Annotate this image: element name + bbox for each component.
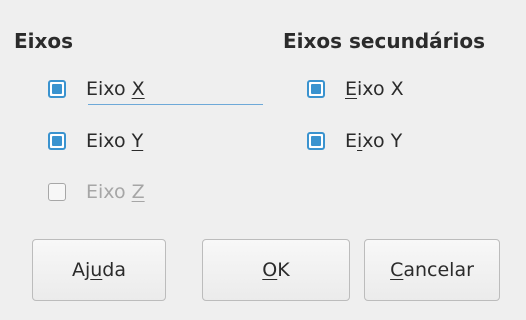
check-mark bbox=[52, 136, 62, 146]
ok-button-label: OK bbox=[262, 259, 290, 281]
secondary-y-axis-checkbox[interactable]: Eixo Y bbox=[307, 126, 402, 156]
check-mark bbox=[311, 84, 321, 94]
cancel-button-label: Cancelar bbox=[390, 259, 474, 281]
z-axis-label: Eixo Z bbox=[86, 181, 145, 203]
checkbox-box[interactable] bbox=[307, 132, 325, 150]
secondary-x-axis-label: Eixo X bbox=[345, 78, 404, 100]
z-axis-checkbox: Eixo Z bbox=[48, 177, 145, 207]
help-button[interactable]: Ajuda bbox=[32, 239, 166, 301]
checkbox-box bbox=[48, 183, 66, 201]
secondary-axes-title: Eixos secundários bbox=[283, 29, 486, 53]
y-axis-label: Eixo Y bbox=[86, 130, 144, 152]
secondary-x-axis-checkbox[interactable]: Eixo X bbox=[307, 74, 404, 104]
focus-indicator bbox=[88, 104, 263, 105]
checkbox-box[interactable] bbox=[307, 80, 325, 98]
checkbox-box[interactable] bbox=[48, 80, 66, 98]
primary-axes-title: Eixos bbox=[14, 29, 74, 53]
help-button-label: Ajuda bbox=[71, 259, 127, 281]
checkbox-box[interactable] bbox=[48, 132, 66, 150]
check-mark bbox=[52, 84, 62, 94]
x-axis-checkbox[interactable]: Eixo X bbox=[48, 74, 145, 104]
x-axis-label: Eixo X bbox=[86, 78, 145, 100]
cancel-button[interactable]: Cancelar bbox=[364, 239, 500, 301]
y-axis-checkbox[interactable]: Eixo Y bbox=[48, 126, 143, 156]
check-mark bbox=[311, 136, 321, 146]
ok-button[interactable]: OK bbox=[202, 239, 350, 301]
secondary-y-axis-label: Eixo Y bbox=[345, 130, 403, 152]
